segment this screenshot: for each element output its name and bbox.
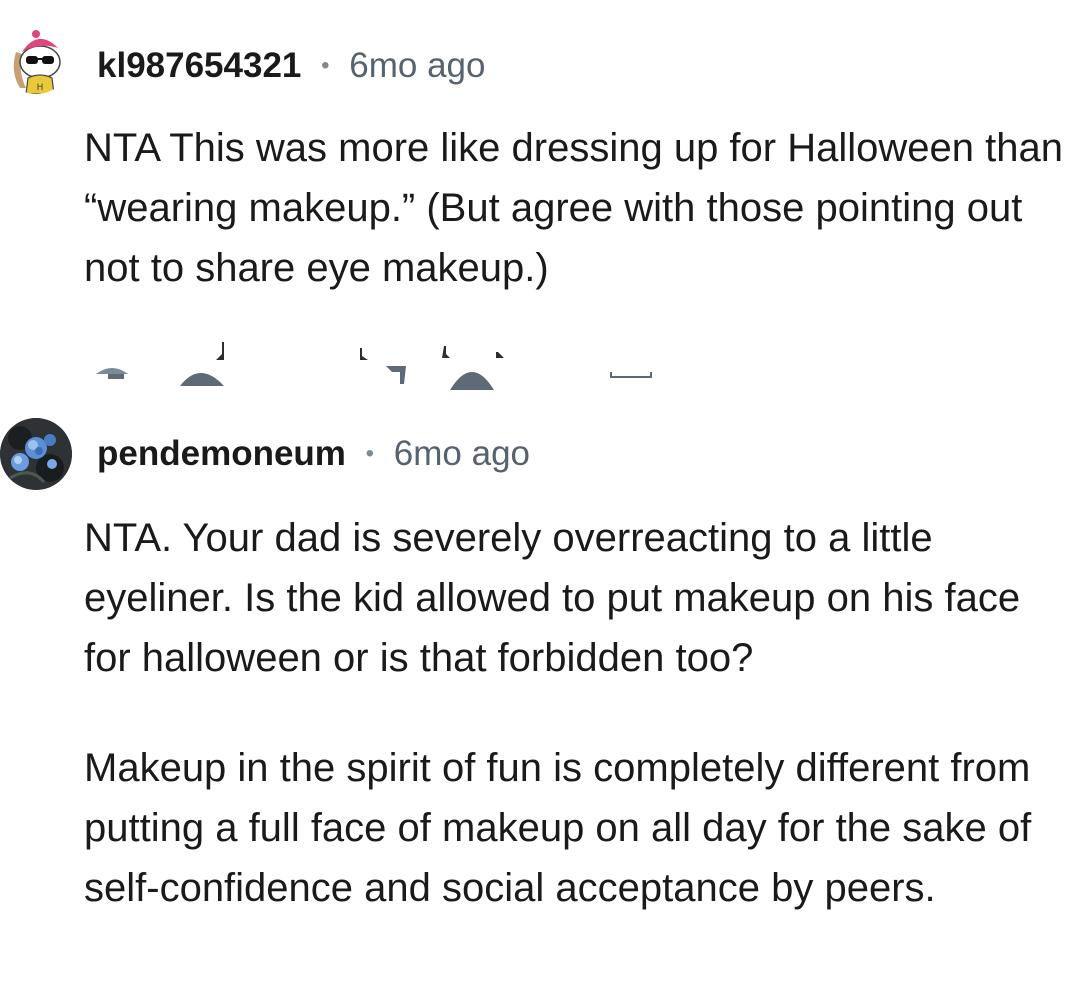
comment-paragraph: NTA This was more like dressing up for H… — [84, 126, 1063, 290]
username[interactable]: pendemoneum — [97, 434, 346, 473]
downvote-icon[interactable] — [178, 340, 230, 388]
reply-icon[interactable] — [356, 346, 410, 388]
comment-body: NTA. Your dad is severely overreacting t… — [84, 508, 1074, 918]
snoo-sunglasses-avatar-icon: H — [1, 23, 71, 94]
svg-text:H: H — [37, 83, 44, 93]
comment-body: NTA This was more like dressing up for H… — [84, 118, 1074, 298]
upvote-icon[interactable] — [94, 362, 134, 382]
more-icon[interactable] — [606, 370, 656, 382]
comment-paragraph: NTA. Your dad is severely overreacting t… — [84, 516, 1021, 680]
meta-separator: • — [365, 440, 375, 467]
comment-meta: pendemoneum • 6mo ago — [97, 432, 530, 476]
user-avatar[interactable] — [0, 418, 72, 490]
user-avatar[interactable]: H — [0, 22, 72, 94]
timestamp: 6mo ago — [349, 46, 486, 85]
comment-meta: kl987654321 • 6mo ago — [97, 44, 485, 88]
award-icon[interactable] — [436, 344, 508, 390]
username[interactable]: kl987654321 — [97, 46, 301, 85]
timestamp: 6mo ago — [393, 434, 531, 473]
blue-flowers-avatar-icon — [0, 418, 72, 490]
comment-action-bar — [0, 340, 1080, 390]
meta-separator: • — [321, 52, 330, 79]
comment-paragraph: Makeup in the spirit of fun is completel… — [84, 746, 1032, 910]
